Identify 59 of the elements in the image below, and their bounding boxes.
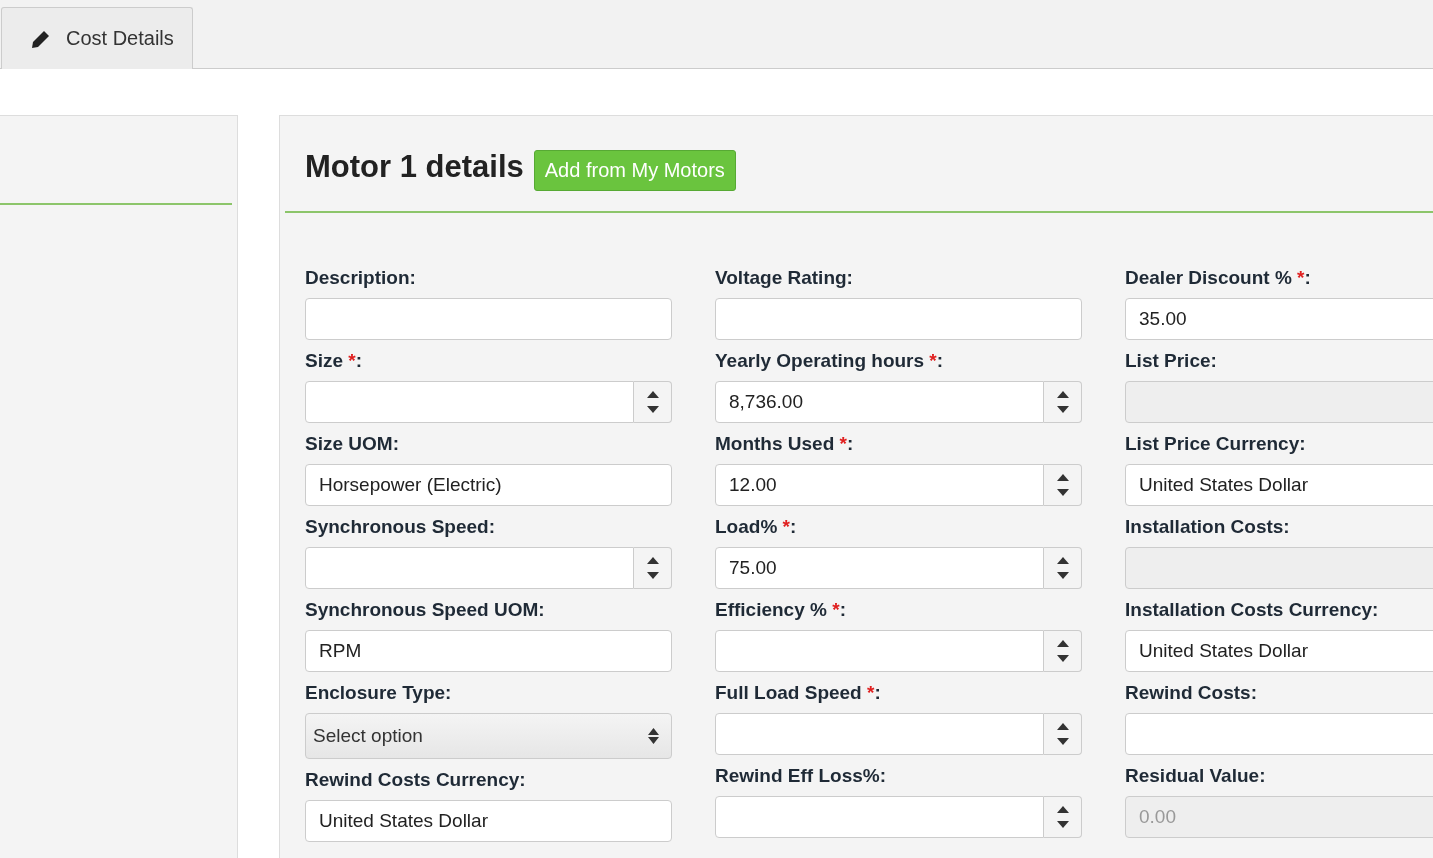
down-arrow-icon[interactable] xyxy=(1056,655,1069,662)
input-field[interactable]: United States Dollar xyxy=(1125,630,1433,672)
input-field[interactable]: Horsepower (Electric) xyxy=(305,464,672,506)
down-arrow-icon[interactable] xyxy=(1056,572,1069,579)
input-field[interactable] xyxy=(715,298,1082,340)
field-label: Enclosure Type: xyxy=(305,680,453,705)
field-label: Voltage Rating: xyxy=(715,265,854,290)
input-field[interactable]: RPM xyxy=(305,630,672,672)
pencil-icon xyxy=(32,29,50,48)
field-label: List Price Currency: xyxy=(1125,431,1307,456)
up-arrow-icon[interactable] xyxy=(1056,806,1069,813)
down-arrow-icon[interactable] xyxy=(1056,738,1069,745)
field-label: Synchronous Speed: xyxy=(305,514,497,539)
field-label: Synchronous Speed UOM: xyxy=(305,597,546,622)
input-field[interactable]: United States Dollar xyxy=(305,800,672,842)
field-label: Rewind Eff Loss%: xyxy=(715,763,887,788)
number-field[interactable] xyxy=(715,713,1044,755)
field-label: Efficiency % *: xyxy=(715,597,847,622)
field-label: Installation Costs Currency: xyxy=(1125,597,1380,622)
up-arrow-icon[interactable] xyxy=(1056,723,1069,730)
field-label: Dealer Discount % *: xyxy=(1125,265,1312,290)
number-field[interactable] xyxy=(715,630,1044,672)
number-field[interactable]: 75.00 xyxy=(715,547,1044,589)
down-arrow-icon[interactable] xyxy=(1056,406,1069,413)
up-arrow-icon[interactable] xyxy=(646,391,659,398)
field-label: List Price: xyxy=(1125,348,1218,373)
sort-icon xyxy=(648,728,659,744)
tab[interactable]: Cost Details xyxy=(1,7,193,69)
field-label: Rewind Costs: xyxy=(1125,680,1258,705)
up-arrow-icon[interactable] xyxy=(1056,557,1069,564)
number-field[interactable] xyxy=(305,547,634,589)
input-field[interactable]: United States Dollar xyxy=(1125,464,1433,506)
up-arrow-icon[interactable] xyxy=(1056,640,1069,647)
number-field[interactable]: 8,736.00 xyxy=(715,381,1044,423)
number-field[interactable] xyxy=(305,381,634,423)
field-label: Description: xyxy=(305,265,417,290)
input-field[interactable] xyxy=(1125,713,1433,755)
panel-title: Motor 1 details xyxy=(305,148,524,185)
select-field[interactable]: Select option xyxy=(305,713,672,759)
number-field[interactable]: 12.00 xyxy=(715,464,1044,506)
down-arrow-icon[interactable] xyxy=(1056,821,1069,828)
field-label: Full Load Speed *: xyxy=(715,680,882,705)
field-label: Yearly Operating hours *: xyxy=(715,348,945,373)
number-field[interactable] xyxy=(715,796,1044,838)
field-label: Size UOM: xyxy=(305,431,400,456)
field-label: Load% *: xyxy=(715,514,798,539)
field-label: Rewind Costs Currency: xyxy=(305,767,527,792)
up-arrow-icon[interactable] xyxy=(646,557,659,564)
up-arrow-icon[interactable] xyxy=(1056,474,1069,481)
down-arrow-icon[interactable] xyxy=(646,406,659,413)
field-label: Size *: xyxy=(305,348,364,373)
field-label: Residual Value: xyxy=(1125,763,1267,788)
input-field[interactable]: 35.00 xyxy=(1125,298,1433,340)
field-label: Installation Costs: xyxy=(1125,514,1291,539)
field-label: Months Used *: xyxy=(715,431,855,456)
down-arrow-icon[interactable] xyxy=(646,572,659,579)
input-field[interactable] xyxy=(305,298,672,340)
up-arrow-icon[interactable] xyxy=(1056,391,1069,398)
down-arrow-icon[interactable] xyxy=(1056,489,1069,496)
